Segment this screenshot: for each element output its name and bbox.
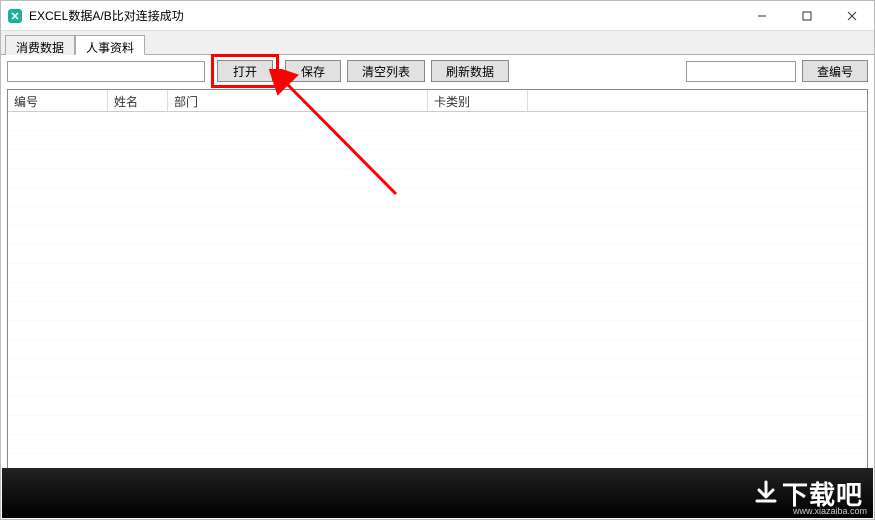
minimize-icon — [757, 11, 767, 21]
tab-bar: 消费数据 人事资料 — [1, 31, 874, 55]
footer-bar: 下载吧 www.xiazaiba.com — [2, 468, 873, 518]
search-id-button[interactable]: 查编号 — [802, 60, 868, 82]
column-header-name[interactable]: 姓名 — [108, 90, 168, 111]
grid-header: 编号 姓名 部门 卡类别 — [8, 90, 867, 112]
search-id-input[interactable] — [686, 61, 796, 82]
column-header-card[interactable]: 卡类别 — [428, 90, 528, 111]
toolbar: 打开 保存 清空列表 刷新数据 查编号 — [1, 55, 874, 87]
close-button[interactable] — [829, 1, 874, 30]
maximize-button[interactable] — [784, 1, 829, 30]
data-grid: 编号 姓名 部门 卡类别 — [7, 89, 868, 475]
brand-url: www.xiazaiba.com — [793, 506, 867, 516]
window-title: EXCEL数据A/B比对连接成功 — [29, 7, 739, 24]
clear-list-button[interactable]: 清空列表 — [347, 60, 425, 82]
tab-hr-data[interactable]: 人事资料 — [75, 35, 145, 55]
maximize-icon — [802, 11, 812, 21]
open-button[interactable]: 打开 — [217, 60, 273, 82]
grid-body[interactable] — [8, 112, 867, 474]
window-controls — [739, 1, 874, 30]
file-path-input[interactable] — [7, 61, 205, 82]
download-icon — [752, 479, 780, 507]
annotation-highlight: 打开 — [211, 54, 279, 88]
close-icon — [847, 11, 857, 21]
column-header-id[interactable]: 编号 — [8, 90, 108, 111]
app-icon — [7, 8, 23, 24]
save-button[interactable]: 保存 — [285, 60, 341, 82]
main-window: EXCEL数据A/B比对连接成功 消费数据 人事资料 打开 保存 清空列表 刷新… — [0, 0, 875, 520]
column-header-dept[interactable]: 部门 — [168, 90, 428, 111]
tab-consume-data[interactable]: 消费数据 — [5, 35, 75, 55]
minimize-button[interactable] — [739, 1, 784, 30]
refresh-data-button[interactable]: 刷新数据 — [431, 60, 509, 82]
titlebar: EXCEL数据A/B比对连接成功 — [1, 1, 874, 31]
